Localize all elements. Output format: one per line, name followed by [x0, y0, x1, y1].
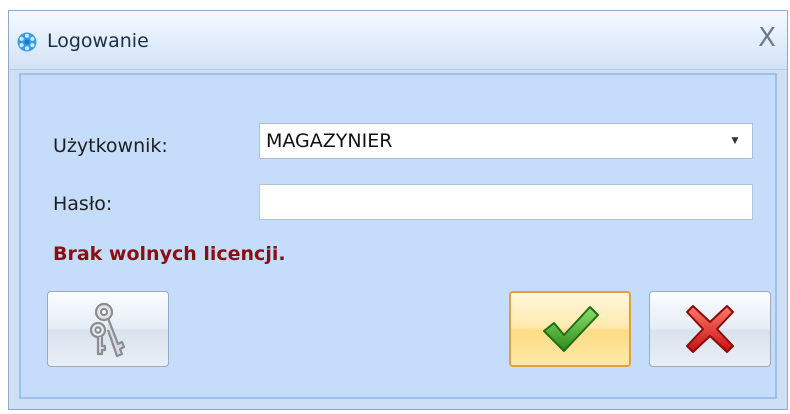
user-select[interactable]: MAGAZYNIER ▼	[259, 123, 753, 159]
keys-icon	[89, 302, 126, 358]
ok-button[interactable]	[509, 291, 631, 367]
login-dialog: Logowanie X Użytkownik: MAGAZYNIER ▼ Has…	[8, 10, 788, 410]
chevron-down-icon[interactable]: ▼	[724, 130, 746, 152]
form-panel: Użytkownik: MAGAZYNIER ▼ Hasło: Brak wol…	[19, 73, 777, 399]
cancel-button[interactable]	[649, 291, 771, 367]
checkmark-icon	[543, 306, 599, 352]
user-label: Użytkownik:	[53, 135, 168, 157]
app-logo-icon	[17, 32, 37, 52]
title-bar[interactable]: Logowanie X	[9, 11, 787, 70]
password-field[interactable]	[259, 184, 753, 220]
license-error-message: Brak wolnych licencji.	[53, 243, 286, 265]
close-button[interactable]: X	[753, 24, 781, 52]
password-label: Hasło:	[53, 193, 113, 215]
red-x-icon	[686, 305, 734, 353]
close-icon: X	[758, 23, 776, 53]
window-title: Logowanie	[47, 30, 149, 52]
user-select-value: MAGAZYNIER	[266, 130, 393, 152]
license-keys-button[interactable]	[47, 291, 169, 367]
